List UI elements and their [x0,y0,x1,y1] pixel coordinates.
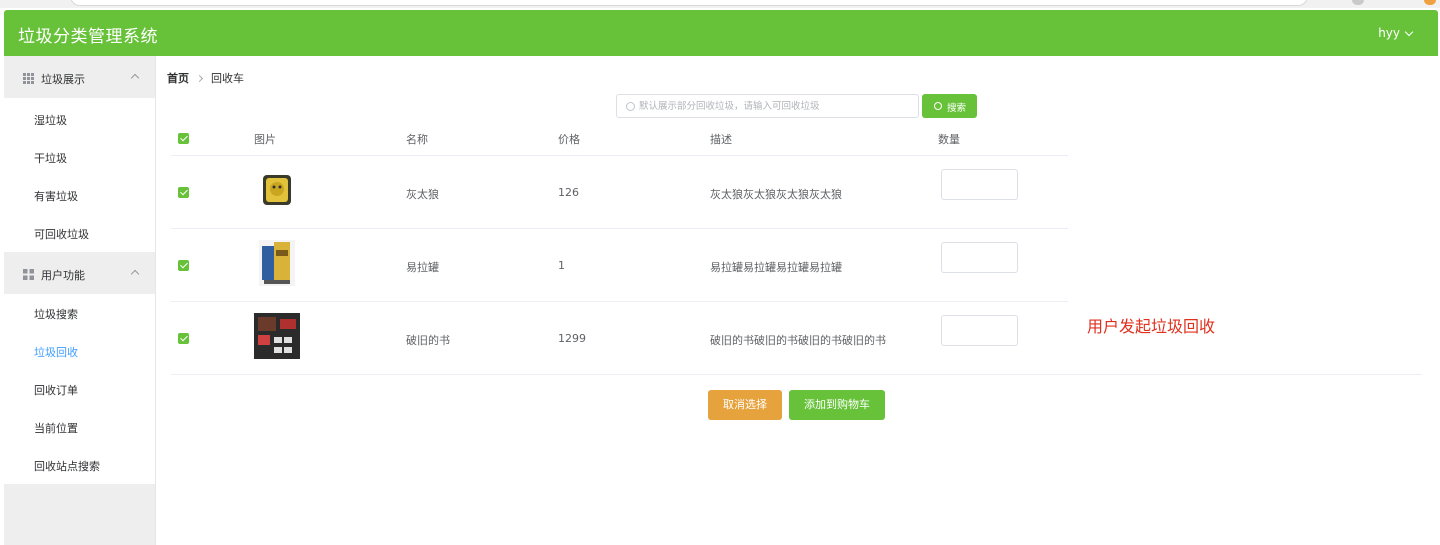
select-all-checkbox[interactable] [178,133,189,144]
search-field[interactable] [616,94,919,118]
sidebar-item-label: 垃圾回收 [34,346,78,359]
cancel-selection-button[interactable]: 取消选择 [708,390,782,420]
sidebar-item-dry-waste[interactable]: 干垃圾 [4,138,155,176]
product-description: 灰太狼灰太狼灰太狼灰太狼 [710,188,842,201]
table-divider [171,155,1068,156]
breadcrumb-current: 回收车 [211,72,244,85]
quantity-input[interactable] [941,315,1018,346]
chevron-up-icon [130,73,140,83]
table-divider [171,374,1422,375]
search-icon [934,102,942,110]
column-header-description: 描述 [710,133,732,146]
menu-group-label: 用户功能 [41,269,85,282]
sidebar-item-label: 回收站点搜索 [34,460,100,473]
add-to-cart-button[interactable]: 添加到购物车 [789,390,885,420]
product-image-can[interactable] [259,240,295,286]
sidebar-item-current-location[interactable]: 当前位置 [4,408,155,446]
sidebar-item-label: 回收订单 [34,384,78,397]
breadcrumb: 首页 回收车 [167,70,244,86]
top-header: 垃圾分类管理系统 hyy [4,10,1438,56]
product-name: 灰太狼 [406,188,439,201]
sidebar-item-hazardous-waste[interactable]: 有害垃圾 [4,176,155,214]
chevron-up-icon [130,269,140,279]
chevron-down-icon [1404,27,1414,37]
browser-extension-icon[interactable] [1424,0,1436,5]
sidebar-item-label: 可回收垃圾 [34,228,89,241]
quantity-input[interactable] [941,242,1018,273]
product-price: 126 [558,186,579,199]
sidebar: 垃圾展示 湿垃圾 干垃圾 有害垃圾 可回收垃圾 用户功能 垃圾搜索 垃圾回收 回… [4,56,155,545]
sidebar-item-wet-waste[interactable]: 湿垃圾 [4,100,155,138]
menu-group-display[interactable]: 垃圾展示 [4,56,155,98]
search-input[interactable] [639,98,909,114]
search-button-label: 搜索 [947,103,967,114]
sidebar-item-label: 垃圾搜索 [34,308,78,321]
user-menu[interactable]: hyy [1378,26,1414,40]
sidebar-footer [4,484,155,545]
product-name: 易拉罐 [406,261,439,274]
product-price: 1299 [558,332,586,345]
menu-group-label: 垃圾展示 [41,73,85,86]
search-icon [626,102,635,111]
app-window: 垃圾分类管理系统 hyy 垃圾展示 湿垃圾 干垃圾 有害垃圾 可回收垃圾 用户功… [4,10,1438,545]
column-header-image: 图片 [254,133,276,146]
column-header-name: 名称 [406,133,428,146]
sidebar-item-label: 干垃圾 [34,152,67,165]
product-image-wolf[interactable] [262,174,292,206]
grid-icon [23,73,34,84]
product-price: 1 [558,259,565,272]
search-button[interactable]: 搜索 [922,94,977,118]
product-name: 破旧的书 [406,334,450,347]
sidebar-divider [155,56,156,545]
product-image-book[interactable] [254,313,300,359]
sidebar-item-recyclable-waste[interactable]: 可回收垃圾 [4,214,155,252]
table-divider [171,228,1068,229]
address-bar[interactable] [70,0,1308,6]
chevron-right-icon [195,74,204,83]
sidebar-item-label: 有害垃圾 [34,190,78,203]
grid-icon [23,269,34,280]
menu-group-user-functions[interactable]: 用户功能 [4,252,155,294]
browser-profile-icon[interactable] [1352,0,1364,5]
breadcrumb-home[interactable]: 首页 [167,72,189,85]
browser-toolbar [0,0,1440,8]
sidebar-item-waste-recycle[interactable]: 垃圾回收 [4,332,155,370]
product-description: 破旧的书破旧的书破旧的书破旧的书 [710,334,886,347]
sidebar-item-recycle-orders[interactable]: 回收订单 [4,370,155,408]
column-header-price: 价格 [558,133,580,146]
sidebar-item-station-search[interactable]: 回收站点搜索 [4,446,155,484]
row-checkbox[interactable] [178,187,189,198]
table-divider [171,301,1068,302]
quantity-input[interactable] [941,169,1018,200]
product-description: 易拉罐易拉罐易拉罐易拉罐 [710,261,842,274]
sidebar-item-label: 当前位置 [34,422,78,435]
column-header-quantity: 数量 [938,133,960,146]
sidebar-item-waste-search[interactable]: 垃圾搜索 [4,294,155,332]
row-checkbox[interactable] [178,260,189,271]
app-title: 垃圾分类管理系统 [18,27,158,47]
user-name: hyy [1378,26,1400,40]
row-checkbox[interactable] [178,333,189,344]
annotation-note: 用户发起垃圾回收 [1087,317,1216,336]
sidebar-item-label: 湿垃圾 [34,114,67,127]
